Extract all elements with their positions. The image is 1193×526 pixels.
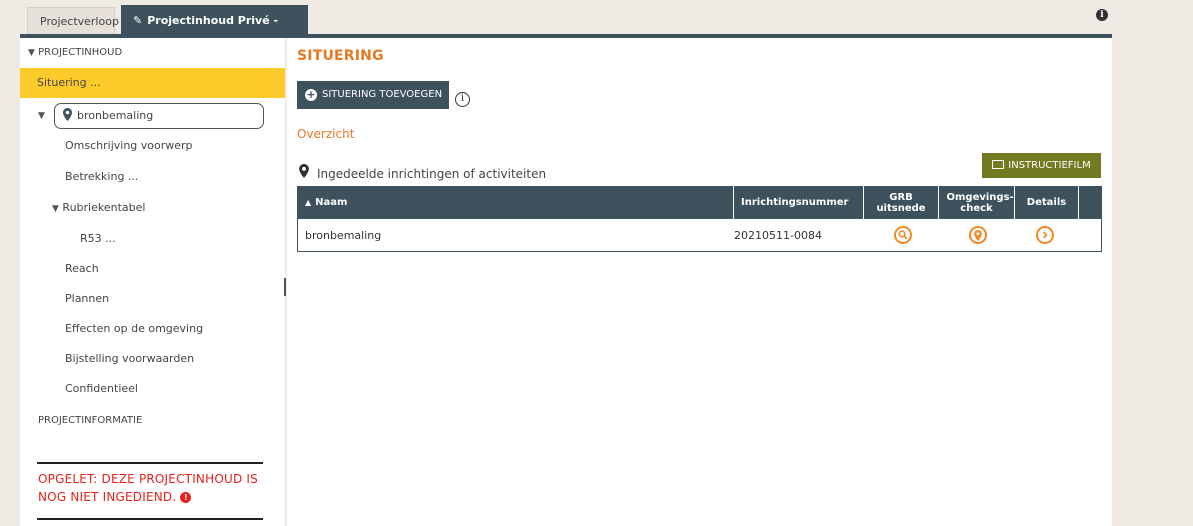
column-header-check[interactable]: Omgevings-check	[939, 186, 1015, 219]
tab-projectverloop[interactable]: Projectverloop	[27, 7, 119, 34]
section-heading-overzicht: Overzicht	[297, 127, 355, 141]
location-pin-icon	[969, 226, 987, 244]
warning-message: OPGELET: DEZE PROJECTINHOUD IS NOG NIET …	[38, 470, 268, 506]
sort-up-icon: ▲	[305, 198, 312, 207]
sidebar-item-label: Omschrijving voorwerp	[65, 139, 193, 152]
info-icon[interactable]: i	[455, 92, 470, 107]
sidebar-item-betrekking[interactable]: Betrekking ...	[20, 162, 285, 192]
sidebar: ▼ PROJECTINHOUD Situering ... ▼ bronbema…	[20, 38, 285, 526]
column-header-label: GRB uitsnede	[876, 191, 926, 214]
section-title: Ingedeelde inrichtingen of activiteiten	[299, 164, 546, 181]
sidebar-item-label: Effecten op de omgeving	[65, 322, 204, 335]
tab-projectinhoud[interactable]: ✎Projectinhoud Privé - V1	[121, 5, 308, 58]
column-header-details[interactable]: Details	[1015, 186, 1079, 219]
sidebar-item-label: Betrekking ...	[65, 170, 139, 183]
sidebar-section-label: PROJECTINFORMATIE	[38, 415, 143, 426]
location-pin-icon	[299, 164, 309, 181]
cell-nummer: 20210511-0084	[734, 228, 822, 242]
column-header-label: Naam	[315, 197, 348, 208]
main-content: SITUERING + SITUERING TOEVOEGEN i Overzic…	[287, 38, 1112, 526]
tab-projectverloop-label: Projectverloop	[40, 15, 119, 28]
resize-handle[interactable]	[284, 278, 286, 296]
sidebar-item-label: Confidentieel	[65, 382, 138, 395]
sidebar-item-label: Rubriekentabel	[62, 201, 146, 214]
table-row[interactable]: bronbemaling 20210511-0084	[297, 219, 1102, 252]
divider	[37, 462, 263, 464]
cell-naam: bronbemaling	[305, 228, 382, 242]
page-title: SITUERING	[297, 48, 384, 64]
caret-down-icon[interactable]: ▼	[38, 111, 45, 121]
sidebar-item-omschrijving[interactable]: Omschrijving voorwerp	[20, 131, 285, 161]
sidebar-section-projectinformatie[interactable]: PROJECTINFORMATIE	[20, 406, 285, 436]
warning-text: OPGELET: DEZE PROJECTINHOUD IS NOG NIET …	[38, 472, 258, 504]
column-header-nummer[interactable]: Inrichtingsnummer	[734, 186, 864, 219]
sidebar-item-label: bronbemaling	[77, 109, 154, 122]
details-button[interactable]	[1036, 219, 1054, 251]
table-header: ▲ Naam Inrichtingsnummer GRB uitsnede Omg…	[297, 186, 1102, 219]
sidebar-item-label: Plannen	[65, 292, 110, 305]
instructiefilm-button[interactable]: INSTRUCTIEFILM	[982, 153, 1101, 178]
alert-icon: !	[180, 492, 192, 503]
sidebar-item-label: Situering ...	[37, 76, 101, 89]
sidebar-item-situering[interactable]: Situering ...	[20, 68, 285, 98]
info-icon[interactable]: i	[1096, 9, 1108, 21]
grb-uitsnede-button[interactable]	[894, 219, 912, 251]
divider	[37, 518, 263, 520]
sidebar-item-bijstelling[interactable]: Bijstelling voorwaarden	[20, 344, 285, 374]
column-header-label: Inrichtingsnummer	[741, 197, 849, 208]
sidebar-item-bronbemaling[interactable]: bronbemaling	[54, 103, 264, 129]
sidebar-item-confidentieel[interactable]: Confidentieel	[20, 374, 285, 404]
column-header-grb[interactable]: GRB uitsnede	[864, 186, 939, 219]
caret-down-icon: ▼	[52, 204, 59, 214]
caret-down-icon: ▼	[28, 48, 35, 58]
location-pin-icon	[63, 108, 72, 124]
column-header-label: Details	[1026, 197, 1067, 208]
column-header-naam[interactable]: ▲ Naam	[297, 186, 734, 219]
sidebar-item-rubriekentabel[interactable]: ▼ Rubriekentabel	[20, 193, 285, 223]
plus-circle-icon: +	[305, 88, 317, 101]
sidebar-item-plannen[interactable]: Plannen	[20, 284, 285, 314]
sidebar-section-label: PROJECTINHOUD	[38, 47, 123, 58]
sidebar-item-label: Reach	[65, 262, 99, 275]
search-icon	[894, 226, 912, 244]
add-situering-label: SITUERING TOEVOEGEN	[322, 89, 443, 100]
sidebar-item-label: Bijstelling voorwaarden	[65, 352, 195, 365]
sidebar-item-r53[interactable]: R53 ...	[20, 224, 285, 254]
film-icon	[992, 160, 1005, 169]
section-title-text: Ingedeelde inrichtingen of activiteiten	[317, 167, 547, 181]
sidebar-item-reach[interactable]: Reach	[20, 254, 285, 284]
instructiefilm-label: INSTRUCTIEFILM	[1008, 160, 1091, 171]
sidebar-item-label: R53 ...	[80, 232, 116, 245]
column-header-label: Omgevings-check	[946, 191, 1014, 214]
add-situering-button[interactable]: + SITUERING TOEVOEGEN	[297, 81, 449, 109]
sidebar-item-effecten[interactable]: Effecten op de omgeving	[20, 314, 285, 344]
pencil-icon: ✎	[133, 14, 143, 27]
tab-bar: Projectverloop ✎Projectinhoud Privé - V1…	[20, 0, 1112, 58]
inrichtingen-table: ▲ Naam Inrichtingsnummer GRB uitsnede Omg…	[297, 186, 1102, 252]
omgevingscheck-button[interactable]	[969, 219, 987, 251]
chevron-right-icon	[1036, 226, 1054, 244]
sidebar-section-projectinhoud[interactable]: ▼ PROJECTINHOUD	[20, 38, 285, 68]
